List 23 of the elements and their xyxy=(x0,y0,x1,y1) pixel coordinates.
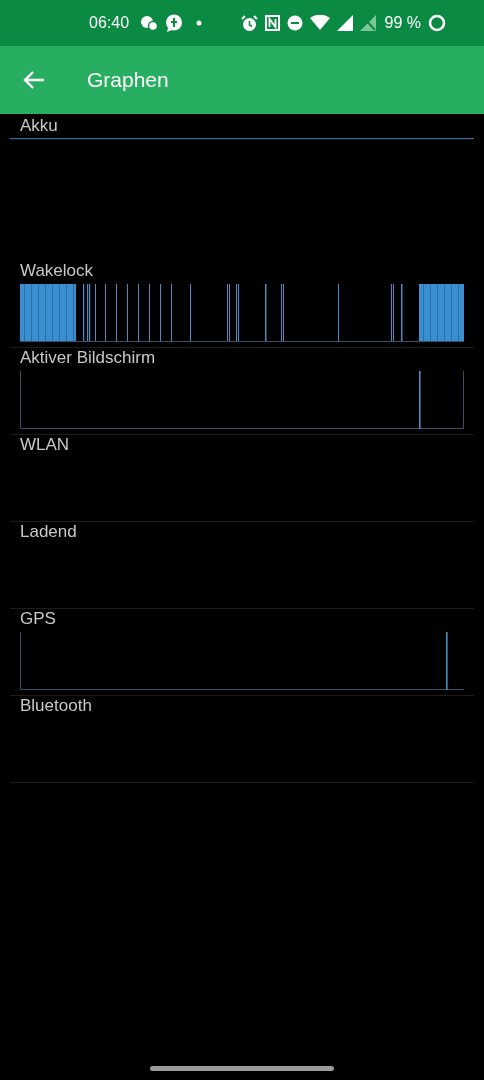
more-notifications-icon xyxy=(196,20,203,26)
battery-icon xyxy=(428,14,446,32)
app-notification-icon xyxy=(140,15,159,31)
app-notification-icon xyxy=(165,14,184,32)
back-arrow-icon[interactable] xyxy=(23,70,45,90)
activity-bar xyxy=(419,284,464,341)
status-time: 06:40 xyxy=(89,14,130,32)
nfc-icon xyxy=(264,15,280,31)
alarm-icon xyxy=(240,14,258,32)
no-sim-signal-icon xyxy=(359,15,376,31)
graph-label: Wakelock xyxy=(19,261,95,281)
activity-bar xyxy=(20,284,76,341)
do-not-disturb-icon xyxy=(286,15,303,31)
graph-label: Bluetooth xyxy=(19,696,93,716)
graph-label: WLAN xyxy=(19,435,71,455)
graph-label: Aktiver Bildschirm xyxy=(19,348,157,368)
screen-title: Graphen xyxy=(87,68,169,92)
graph-label: Ladend xyxy=(19,522,78,542)
graph-label: Akku xyxy=(19,116,59,135)
graph-label: GPS xyxy=(19,609,57,629)
signal-icon xyxy=(336,15,353,31)
wifi-icon xyxy=(309,15,330,31)
battery-percentage: 99 % xyxy=(384,14,421,32)
